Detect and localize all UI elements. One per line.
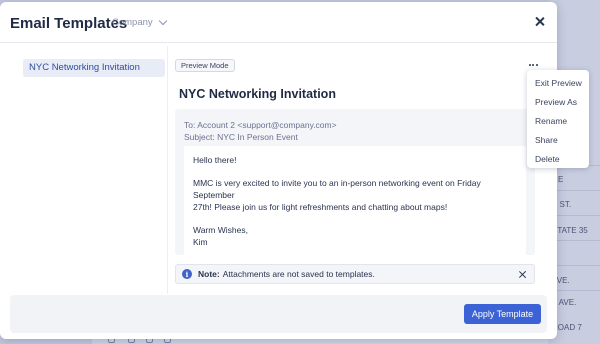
apply-template-button[interactable]: Apply Template xyxy=(464,304,541,324)
company-filter-select[interactable]: Company xyxy=(112,16,167,28)
close-icon[interactable] xyxy=(533,15,547,29)
template-item-label: NYC Networking Invitation xyxy=(29,62,140,73)
email-title: NYC Networking Invitation xyxy=(179,87,336,101)
modal-title: Email Templates xyxy=(10,15,128,32)
email-templates-modal: Email Templates Company NYC Networking I… xyxy=(0,2,557,339)
actions-menu: Exit Preview Preview As Rename Share Del… xyxy=(527,70,589,168)
email-paragraph: MMC is very excited to invite you to an … xyxy=(193,177,517,213)
dismiss-note-icon[interactable] xyxy=(518,270,527,279)
preview-mode-badge: Preview Mode xyxy=(175,59,235,72)
menu-item-exit-preview[interactable]: Exit Preview xyxy=(527,73,589,92)
email-greeting: Hello there! xyxy=(193,155,237,165)
note-text: Attachments are not saved to templates. xyxy=(222,269,375,279)
email-subject-line: Subject: NYC In Person Event xyxy=(184,132,298,142)
email-paragraph-line: MMC is very excited to invite you to an … xyxy=(193,178,481,200)
menu-item-share[interactable]: Share xyxy=(527,130,589,149)
note-label: Note: xyxy=(198,269,220,279)
chevron-down-icon xyxy=(158,16,167,26)
email-to-line: To: Account 2 <support@company.com> xyxy=(184,120,337,130)
menu-item-preview-as[interactable]: Preview As xyxy=(527,92,589,111)
template-list-item[interactable]: NYC Networking Invitation xyxy=(23,59,165,77)
more-horizontal-icon[interactable] xyxy=(527,61,539,69)
attachments-note: i Note: Attachments are not saved to tem… xyxy=(175,264,535,284)
email-signature: Kim xyxy=(193,237,208,247)
email-closing: Warm Wishes, xyxy=(193,225,248,235)
table-cell: E xyxy=(558,175,564,184)
menu-item-delete[interactable]: Delete xyxy=(527,149,589,168)
list-divider xyxy=(167,46,168,294)
email-preview: To: Account 2 <support@company.com> Subj… xyxy=(175,109,535,255)
company-filter-label: Company xyxy=(112,17,153,28)
email-body: Hello there! MMC is very excited to invi… xyxy=(184,146,526,255)
menu-item-rename[interactable]: Rename xyxy=(527,111,589,130)
header-divider xyxy=(0,42,557,43)
table-cell: STATE 35 xyxy=(552,226,588,235)
info-icon: i xyxy=(182,269,192,279)
email-paragraph-line: 27th! Please join us for light refreshme… xyxy=(193,202,448,212)
